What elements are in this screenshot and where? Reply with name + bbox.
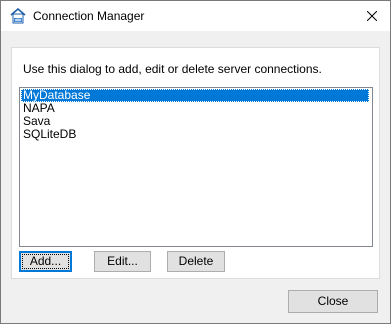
list-item-sqlitedb[interactable]: SQLiteDB [21, 128, 369, 141]
dialog-client-area: Use this dialog to add, edit or delete s… [1, 31, 390, 323]
delete-button[interactable]: Delete [167, 251, 225, 272]
edit-button[interactable]: Edit... [94, 251, 151, 272]
window-title: Connection Manager [33, 9, 145, 23]
close-icon [367, 11, 377, 21]
list-item-napa[interactable]: NAPA [21, 102, 369, 115]
database-connection-icon [10, 7, 26, 24]
close-button[interactable]: Close [288, 290, 378, 313]
window-close-button[interactable] [354, 1, 390, 31]
dialog-description: Use this dialog to add, edit or delete s… [23, 62, 322, 76]
add-button[interactable]: Add... [19, 251, 72, 272]
connections-panel: Use this dialog to add, edit or delete s… [11, 47, 380, 279]
connection-manager-window: Connection Manager Use this dialog to ad… [0, 0, 391, 324]
title-bar[interactable]: Connection Manager [1, 1, 390, 31]
connections-list[interactable]: MyDatabase NAPA Sava SQLiteDB [19, 87, 373, 247]
list-item-mydatabase[interactable]: MyDatabase [21, 89, 369, 102]
